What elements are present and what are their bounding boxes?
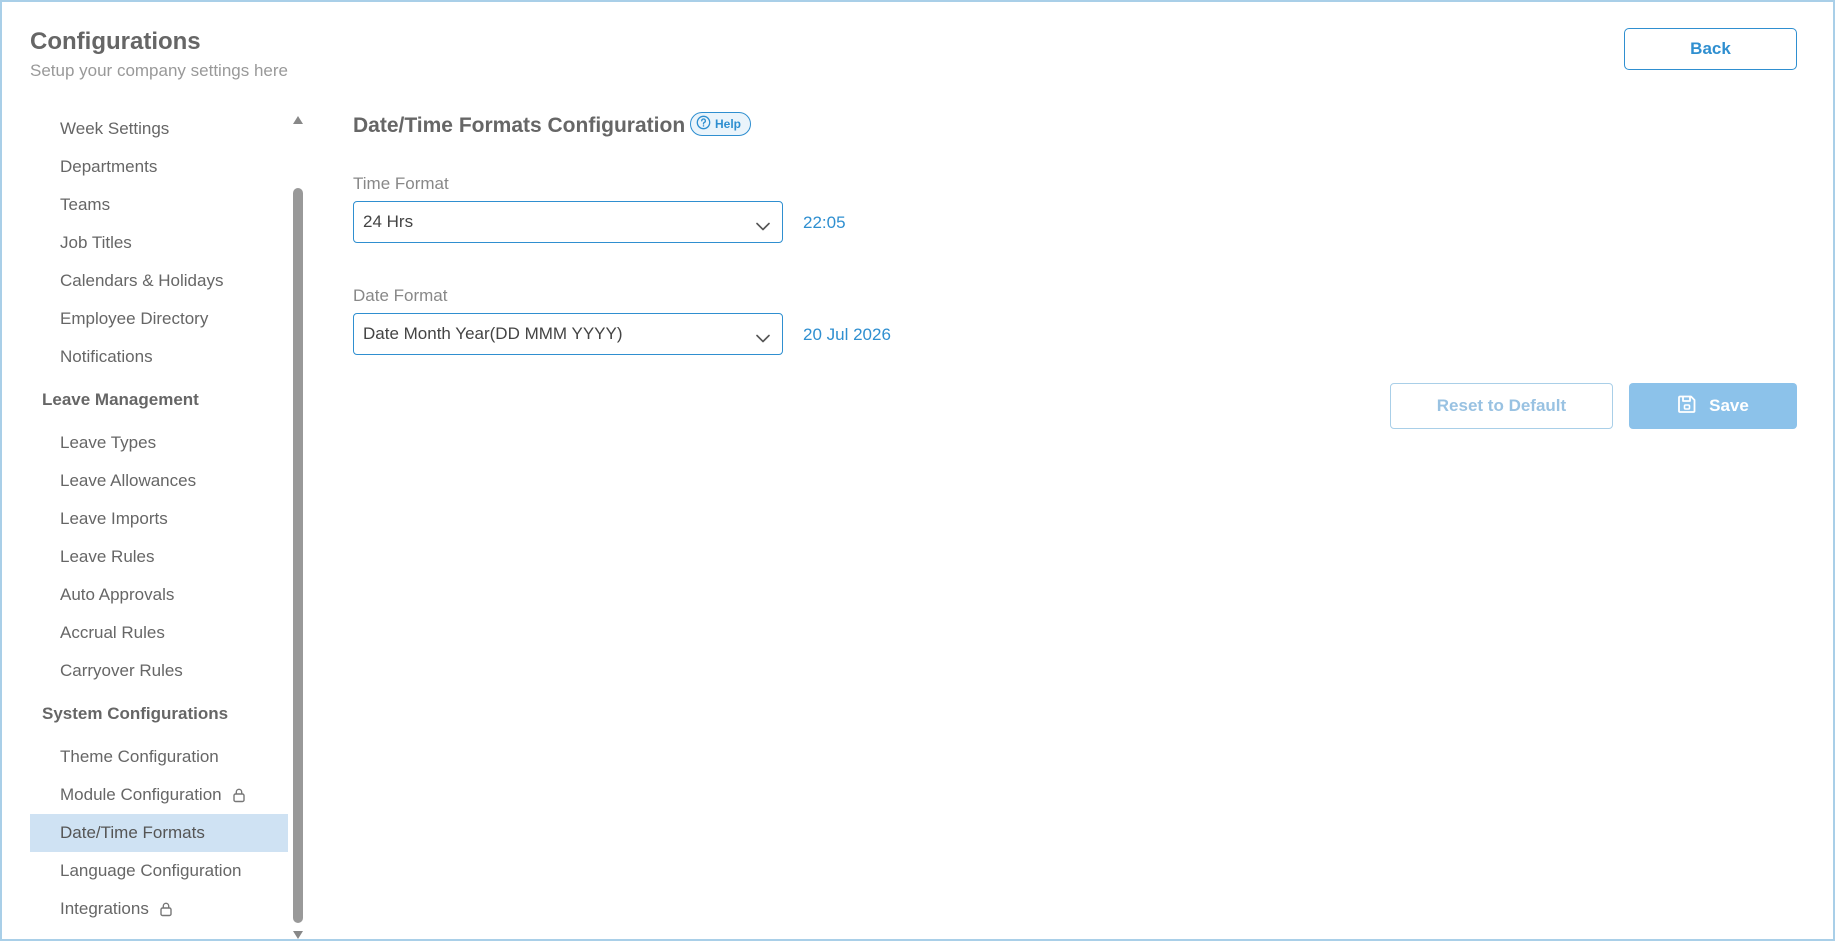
save-button[interactable]: Save [1629, 383, 1797, 429]
floppy-disk-icon [1677, 394, 1697, 419]
sidebar-scrollbar[interactable] [290, 110, 306, 941]
sidebar-item-label: Leave Imports [60, 509, 168, 528]
date-format-select[interactable]: Date Month Year(DD MMM YYYY) [353, 313, 783, 355]
sidebar-item-label: Leave Rules [60, 547, 155, 566]
sidebar-item-module-configuration[interactable]: Module Configuration [30, 776, 288, 814]
time-format-value: 24 Hrs [363, 212, 414, 231]
sidebar-item-label: Module Configuration [60, 785, 222, 804]
sidebar-item-label: Accrual Rules [60, 623, 165, 642]
sidebar-item-label: Employee Directory [60, 309, 209, 328]
time-format-select[interactable]: 24 Hrs [353, 201, 783, 243]
scroll-up-arrow-icon[interactable] [293, 116, 303, 124]
sidebar-item-label: Leave Allowances [60, 471, 197, 490]
sidebar-item-label: Leave Types [60, 433, 157, 452]
sidebar-item-label: Integrations [60, 899, 149, 918]
sidebar-item-label: Theme Configuration [60, 747, 219, 766]
sidebar-item-label: Date/Time Formats [60, 823, 205, 842]
sidebar-item-week-settings[interactable]: Week Settings [30, 110, 288, 148]
scroll-down-arrow-icon[interactable] [293, 931, 303, 939]
sidebar-item-employee-directory[interactable]: Employee Directory [30, 300, 288, 338]
scroll-thumb[interactable] [293, 188, 303, 923]
sidebar-item-calendars-holidays[interactable]: Calendars & Holidays [30, 262, 288, 300]
sidebar-section-heading: Leave Management [42, 390, 199, 409]
sidebar-item-leave-rules[interactable]: Leave Rules [30, 538, 288, 576]
page-title: Configurations [30, 28, 201, 55]
sidebar-item-leave-allowances[interactable]: Leave Allowances [30, 462, 288, 500]
save-label: Save [1709, 396, 1749, 415]
sidebar-item-accrual-rules[interactable]: Accrual Rules [30, 614, 288, 652]
time-format-preview: 22:05 [803, 213, 846, 232]
sidebar-item-teams[interactable]: Teams [30, 186, 288, 224]
lock-icon [231, 787, 247, 803]
sidebar-item-label: Teams [60, 195, 111, 214]
sidebar-item-label: Auto Approvals [60, 585, 175, 604]
sidebar-item-label: Language Configuration [60, 861, 242, 880]
date-format-label: Date Format [353, 286, 448, 305]
page-subtitle: Setup your company settings here [30, 61, 288, 80]
sidebar-section-heading: System Configurations [42, 704, 229, 723]
sidebar-item-date-time-formats[interactable]: Date/Time Formats [30, 814, 288, 852]
sidebar-item-departments[interactable]: Departments [30, 148, 288, 186]
help-label: Help [715, 117, 742, 131]
time-format-label: Time Format [353, 174, 449, 193]
lock-icon [158, 901, 174, 917]
reset-to-default-button[interactable]: Reset to Default [1390, 383, 1613, 429]
sidebar-item-theme-configuration[interactable]: Theme Configuration [30, 738, 288, 776]
sidebar-item-label: Notifications [60, 347, 153, 366]
sidebar-item-notifications[interactable]: Notifications [30, 338, 288, 376]
chevron-down-icon [756, 216, 770, 236]
sidebar-item-leave-imports[interactable]: Leave Imports [30, 500, 288, 538]
sidebar-item-label: Job Titles [60, 233, 132, 252]
help-button[interactable]: Help [690, 112, 752, 136]
sidebar-item-integrations[interactable]: Integrations [30, 890, 288, 928]
sidebar-item-language-configuration[interactable]: Language Configuration [30, 852, 288, 890]
sidebar-item-leave-types[interactable]: Leave Types [30, 424, 288, 462]
sidebar-nav-list: Week Settings Departments Teams Job Titles C… [30, 110, 290, 928]
chevron-down-icon [756, 328, 770, 348]
date-format-value: Date Month Year(DD MMM YYYY) [363, 324, 623, 343]
sidebar-item-auto-approvals[interactable]: Auto Approvals [30, 576, 288, 614]
date-format-preview: 20 Jul 2026 [803, 325, 891, 344]
help-circle-icon [696, 115, 711, 133]
sidebar-item-label: Carryover Rules [60, 661, 183, 680]
sidebar-item-carryover-rules[interactable]: Carryover Rules [30, 652, 288, 690]
back-button[interactable]: Back [1624, 28, 1797, 70]
sidebar-item-label: Calendars & Holidays [60, 271, 224, 290]
sidebar-item-job-titles[interactable]: Job Titles [30, 224, 288, 262]
sidebar-item-label: Week Settings [60, 119, 170, 138]
sidebar-item-label: Departments [60, 157, 158, 176]
section-title: Date/Time Formats Configuration [353, 114, 686, 137]
settings-sidebar: Week Settings Departments Teams Job Titles C… [30, 110, 290, 941]
